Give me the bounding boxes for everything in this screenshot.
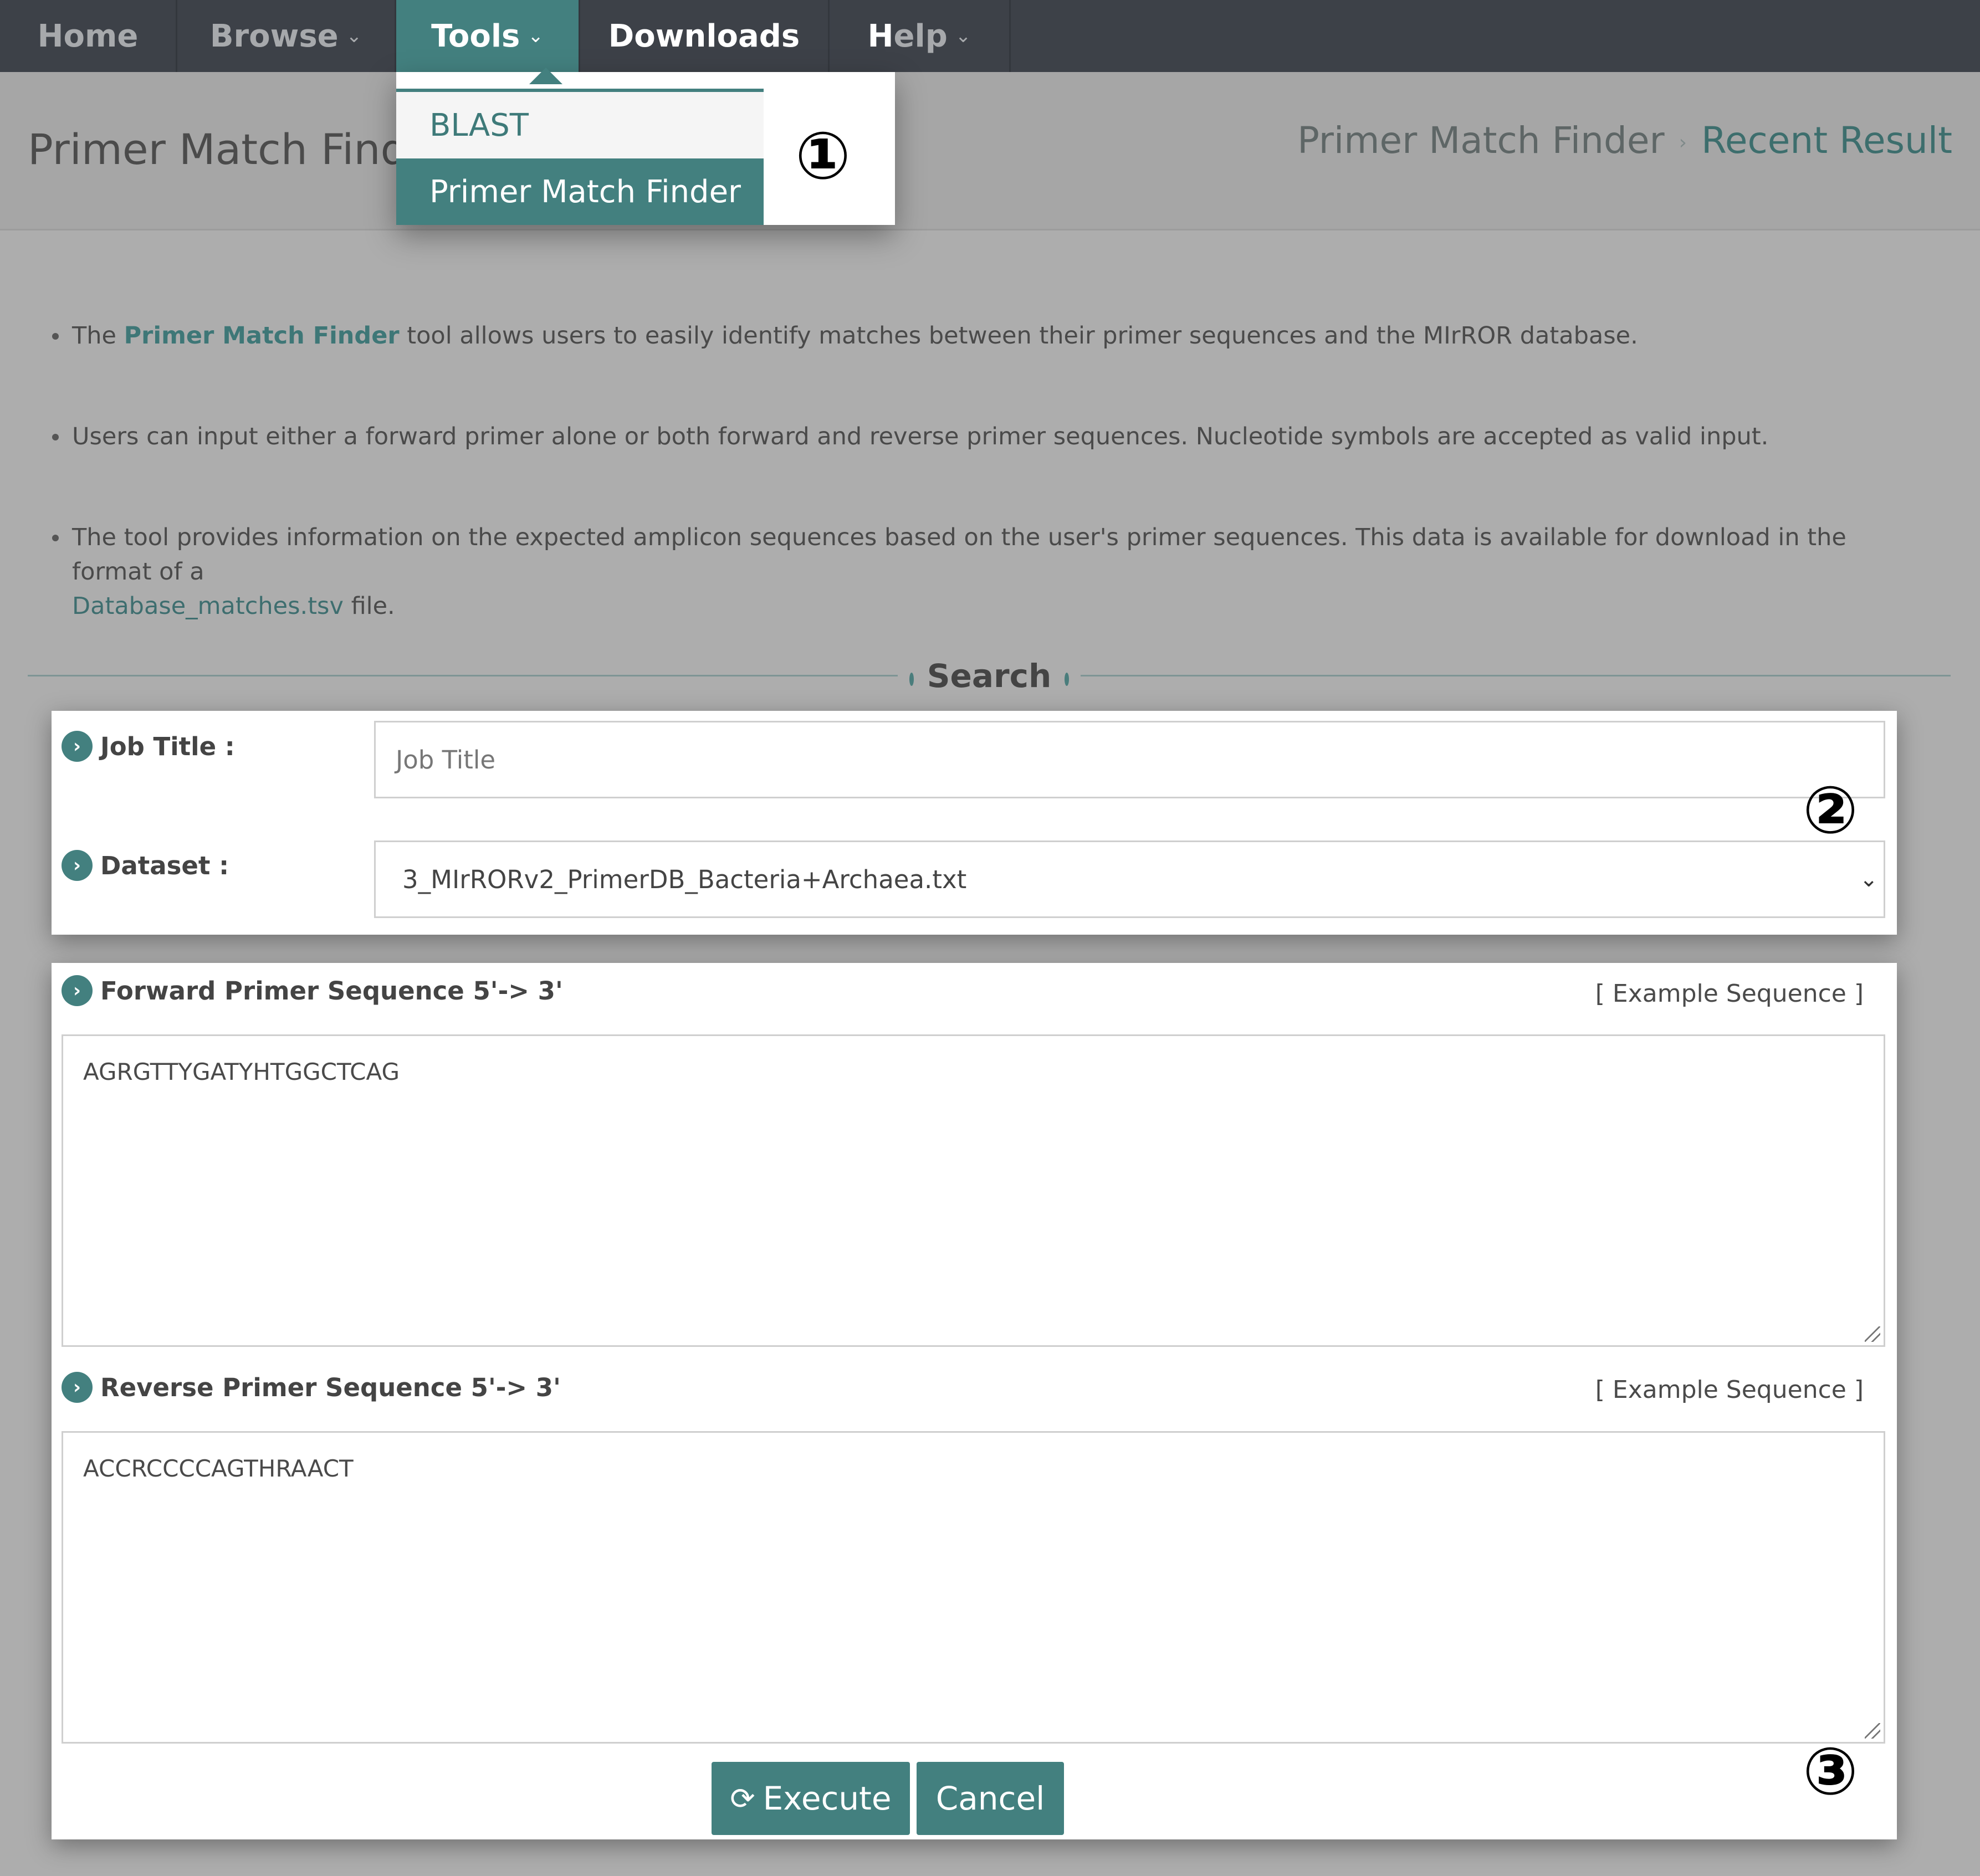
intro-text: The (72, 322, 124, 350)
breadcrumb-separator-icon: › (1679, 131, 1687, 155)
intro-text: file. (343, 592, 395, 620)
reverse-example-link[interactable]: [ Example Sequence ] (1595, 1376, 1864, 1404)
menu-item-primer-match-finder[interactable]: Primer Match Finder (396, 158, 764, 225)
chevron-down-icon: ⌄ (955, 25, 971, 47)
job-title-label: › Job Title : (62, 731, 235, 762)
menu-item-blast[interactable]: BLAST (396, 92, 764, 158)
chevron-right-icon: › (62, 975, 93, 1006)
dropdown-caret-icon (529, 68, 562, 84)
nav-browse[interactable]: Browse ⌄ (177, 0, 396, 72)
job-title-input[interactable]: Job Title (374, 721, 1885, 798)
execute-button[interactable]: ⟳ Execute (712, 1762, 910, 1835)
nav-help-label-end: elp (893, 18, 948, 54)
nav-home-label: Home (37, 18, 139, 54)
search-section-label: Search (898, 651, 1081, 701)
intro-text: tool allows users to easily identify mat… (399, 322, 1638, 350)
job-title-label-text: Job Title : (100, 731, 235, 761)
dataset-selected-value: 3_MIrRORv2_PrimerDB_Bacteria+Archaea.txt (402, 864, 967, 894)
chevron-right-icon: › (62, 1372, 93, 1403)
menu-item-blast-label: BLAST (429, 107, 529, 143)
chevron-down-icon: ⌄ (346, 25, 362, 47)
nav-tools-label: Tools (431, 18, 520, 54)
intro-text: The tool provides information on the exp… (72, 524, 1846, 586)
intro-bullet: Users can input either a forward primer … (52, 419, 1769, 454)
forward-primer-label-text: Forward Primer Sequence 5'-> 3' (100, 976, 563, 1006)
cancel-button-label: Cancel (935, 1780, 1045, 1817)
step-marker-3: ③ (1803, 1733, 1858, 1810)
tool-name-highlight: Primer Match Finder (124, 322, 400, 350)
forward-primer-textarea[interactable]: AGRGTTYGATYHTGGCTCAG (62, 1034, 1885, 1347)
execute-button-label: Execute (763, 1780, 892, 1817)
reverse-primer-textarea[interactable]: ACCRCCCCAGTHRAACT (62, 1431, 1885, 1744)
intro-text: Users can input either a forward primer … (72, 423, 1769, 450)
chevron-down-icon: ⌄ (1859, 867, 1878, 892)
dataset-label-text: Dataset : (100, 850, 229, 880)
search-heading: Search (927, 657, 1052, 695)
breadcrumb-item-primer-match-finder[interactable]: Primer Match Finder (1297, 119, 1664, 162)
refresh-icon: ⟳ (730, 1781, 755, 1816)
nav-browse-label: Browse (209, 18, 339, 54)
intro-bullet: The Primer Match Finder tool allows user… (52, 319, 1638, 353)
top-navbar: Home Browse ⌄ Tools ⌄ Downloads Help ⌄ (0, 0, 1980, 72)
step-marker-1: ① (795, 117, 851, 194)
chevron-right-icon: › (62, 850, 93, 881)
breadcrumb-item-recent-result[interactable]: Recent Result (1701, 119, 1952, 162)
resize-handle-icon[interactable] (1865, 1723, 1880, 1739)
chevron-down-icon: ⌄ (528, 25, 544, 47)
dataset-label: › Dataset : (62, 850, 229, 881)
forward-primer-label: › Forward Primer Sequence 5'-> 3' (62, 975, 563, 1006)
page-header: Primer Match Finde Primer Match Finder › R… (0, 72, 1980, 230)
reverse-primer-label: › Reverse Primer Sequence 5'-> 3' (62, 1372, 561, 1403)
job-settings-card: › Job Title : Job Title ② › Dataset : 3_MI… (52, 711, 1897, 935)
menu-item-primer-match-finder-label: Primer Match Finder (429, 173, 741, 210)
chevron-right-icon: › (62, 731, 93, 762)
nav-help[interactable]: Help ⌄ (830, 0, 1011, 72)
dataset-select[interactable]: 3_MIrRORv2_PrimerDB_Bacteria+Archaea.txt… (374, 840, 1885, 918)
step-marker-2: ② (1803, 772, 1858, 848)
database-matches-link[interactable]: Database_matches.tsv (72, 592, 344, 620)
intro-bullet: The tool provides information on the exp… (52, 520, 1928, 623)
ring-icon (1065, 673, 1070, 686)
cancel-button[interactable]: Cancel (917, 1762, 1064, 1835)
forward-example-link[interactable]: [ Example Sequence ] (1595, 980, 1864, 1008)
resize-handle-icon[interactable] (1865, 1326, 1880, 1342)
forward-primer-value: AGRGTTYGATYHTGGCTCAG (83, 1058, 400, 1085)
nav-downloads[interactable]: Downloads (580, 0, 830, 72)
ring-icon (909, 673, 914, 686)
primer-sequences-card: › Forward Primer Sequence 5'-> 3' [ Examp… (52, 963, 1897, 1839)
tools-menu: BLAST Primer Match Finder (396, 89, 764, 225)
nav-tools[interactable]: Tools ⌄ (396, 0, 580, 72)
nav-downloads-label: Downloads (608, 18, 800, 54)
nav-help-label-start: H (867, 18, 894, 54)
reverse-primer-label-text: Reverse Primer Sequence 5'-> 3' (100, 1372, 561, 1402)
reverse-primer-value: ACCRCCCCAGTHRAACT (83, 1455, 354, 1482)
breadcrumb: Primer Match Finder › Recent Result (1297, 119, 1952, 162)
tools-dropdown: BLAST Primer Match Finder ① (396, 68, 895, 225)
page-title: Primer Match Finde (28, 125, 433, 174)
nav-home[interactable]: Home (0, 0, 177, 72)
